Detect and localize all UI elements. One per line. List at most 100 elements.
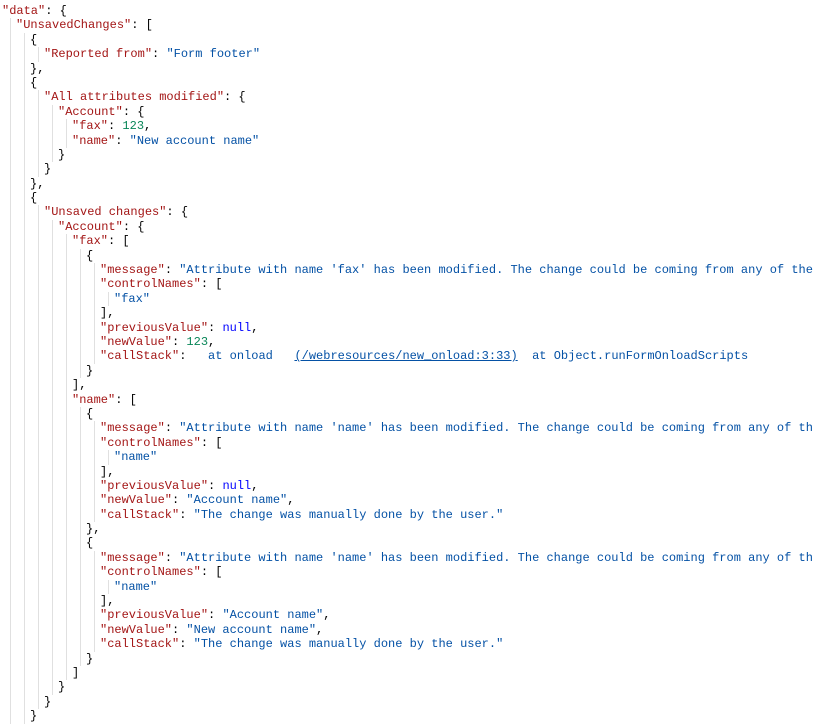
indent-guide <box>108 292 109 306</box>
indent-guide <box>24 349 25 363</box>
json-punct: : [ <box>201 436 223 450</box>
indent-guide <box>38 623 39 637</box>
indent-guide <box>94 450 95 464</box>
indent-guide <box>10 321 11 335</box>
json-punct: ], <box>100 306 114 320</box>
json-key: "message" <box>100 421 165 435</box>
indent-guide <box>10 680 11 694</box>
indent-guide <box>52 321 53 335</box>
indent-guide <box>52 608 53 622</box>
code-line: } <box>0 680 811 694</box>
code-line: ], <box>0 306 811 320</box>
indent-guide <box>94 306 95 320</box>
indent-guide <box>24 33 25 47</box>
json-punct: , <box>251 479 258 493</box>
indent-guide <box>80 479 81 493</box>
indent-guide <box>10 134 11 148</box>
code-line: ], <box>0 465 811 479</box>
json-punct: { <box>30 76 37 90</box>
indent-guide <box>66 493 67 507</box>
indent-guide <box>80 436 81 450</box>
indent-guide <box>52 263 53 277</box>
indent-guide <box>24 508 25 522</box>
indent-guide <box>10 205 11 219</box>
indent-guide <box>66 623 67 637</box>
indent-guide <box>24 695 25 709</box>
json-punct: : <box>108 119 122 133</box>
code-line: { <box>0 536 811 550</box>
indent-guide <box>38 119 39 133</box>
indent-guide <box>66 421 67 435</box>
indent-guide <box>24 134 25 148</box>
json-key: "Account" <box>58 105 123 119</box>
indent-guide <box>66 119 67 133</box>
indent-guide <box>66 335 67 349</box>
indent-guide <box>80 565 81 579</box>
indent-guide <box>10 364 11 378</box>
indent-guide <box>24 76 25 90</box>
indent-guide <box>94 321 95 335</box>
json-string: "New account name" <box>130 134 260 148</box>
indent-guide <box>80 407 81 421</box>
indent-guide <box>66 536 67 550</box>
indent-guide <box>80 637 81 651</box>
json-punct: : <box>165 263 179 277</box>
indent-guide <box>52 551 53 565</box>
indent-guide <box>38 594 39 608</box>
indent-guide <box>24 709 25 723</box>
json-punct: : [ <box>115 393 137 407</box>
indent-guide <box>10 508 11 522</box>
indent-guide <box>10 594 11 608</box>
code-line: "controlNames": [ <box>0 565 811 579</box>
indent-guide <box>38 234 39 248</box>
json-key: "newValue" <box>100 493 172 507</box>
json-punct: { <box>30 191 37 205</box>
indent-guide <box>52 119 53 133</box>
indent-guide <box>24 47 25 61</box>
indent-guide <box>38 393 39 407</box>
indent-guide <box>66 234 67 248</box>
json-punct: , <box>316 623 323 637</box>
indent-guide <box>24 306 25 320</box>
indent-guide <box>66 652 67 666</box>
code-line: "Account": { <box>0 105 811 119</box>
indent-guide <box>52 407 53 421</box>
json-key: "Reported from" <box>44 47 152 61</box>
code-line: "fax" <box>0 292 811 306</box>
indent-guide <box>52 349 53 363</box>
indent-guide <box>80 364 81 378</box>
code-line: "controlNames": [ <box>0 436 811 450</box>
indent-guide <box>52 105 53 119</box>
indent-guide <box>38 148 39 162</box>
json-punct: , <box>208 335 215 349</box>
json-punct: { <box>30 33 37 47</box>
json-punct: : <box>172 493 186 507</box>
code-line: }, <box>0 62 811 76</box>
indent-guide <box>38 220 39 234</box>
indent-guide <box>80 249 81 263</box>
indent-guide <box>94 637 95 651</box>
json-key: "previousValue" <box>100 479 208 493</box>
json-punct: : { <box>123 220 145 234</box>
indent-guide <box>10 580 11 594</box>
json-string: "Attribute with name 'fax' has been modi… <box>179 263 813 277</box>
code-line: "data": { <box>0 4 811 18</box>
code-line: "Unsaved changes": { <box>0 205 811 219</box>
indent-guide <box>10 536 11 550</box>
indent-guide <box>94 479 95 493</box>
code-line: ], <box>0 594 811 608</box>
indent-guide <box>10 436 11 450</box>
json-punct: ] <box>72 666 79 680</box>
indent-guide <box>24 652 25 666</box>
indent-guide <box>52 465 53 479</box>
indent-guide <box>10 522 11 536</box>
indent-guide <box>38 637 39 651</box>
indent-guide <box>38 263 39 277</box>
indent-guide <box>10 608 11 622</box>
source-link[interactable]: (/webresources/new_onload:3:33) <box>294 349 517 363</box>
code-line: } <box>0 364 811 378</box>
json-key: "name" <box>72 134 115 148</box>
code-line: "fax": [ <box>0 234 811 248</box>
json-key: "callStack" <box>100 508 179 522</box>
indent-guide <box>10 637 11 651</box>
